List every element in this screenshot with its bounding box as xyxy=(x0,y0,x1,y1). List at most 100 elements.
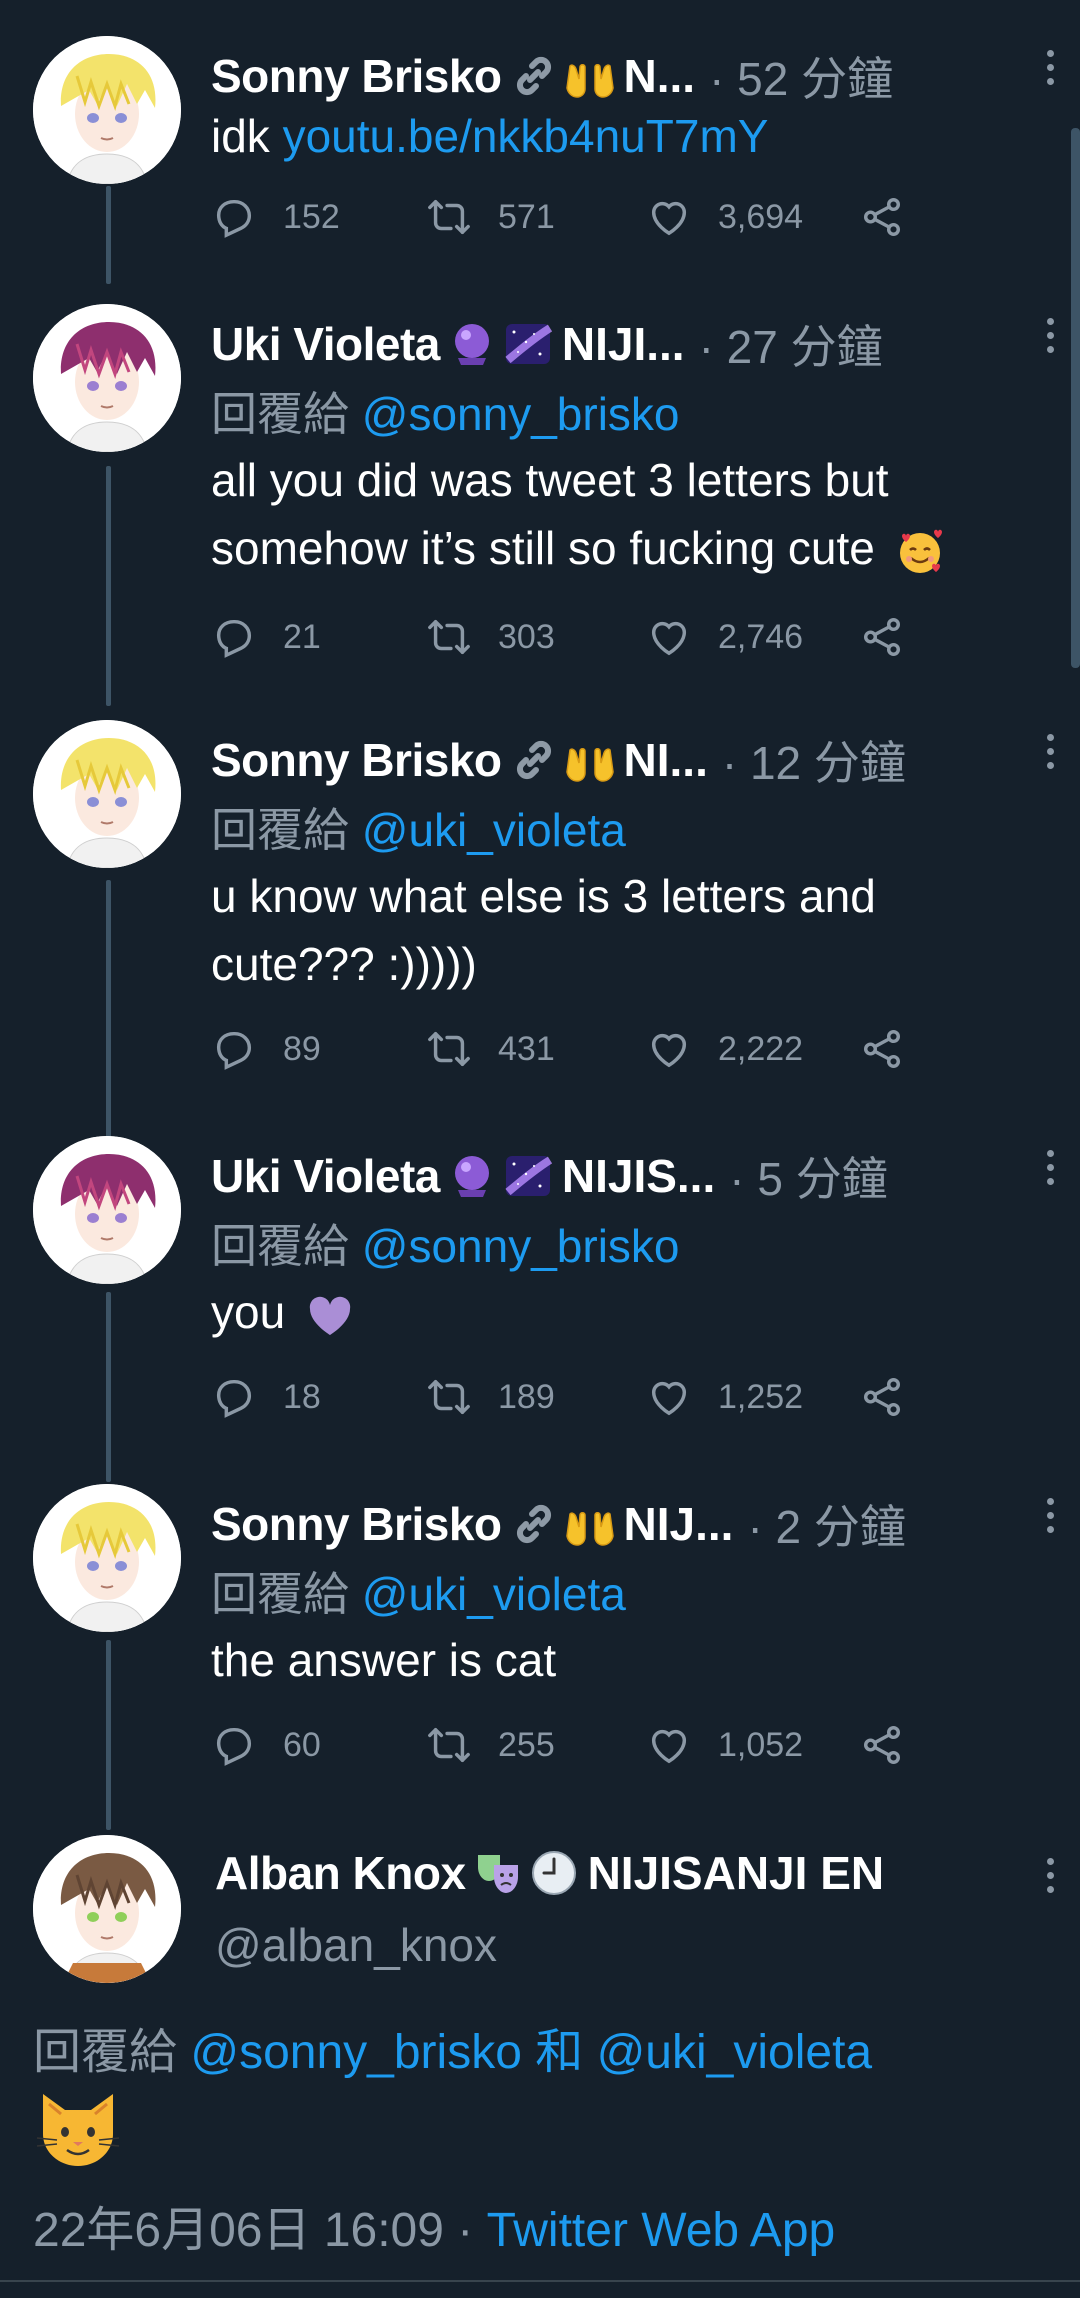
share-button[interactable] xyxy=(859,612,931,662)
smiling-face-with-hearts-emoji-icon xyxy=(896,528,944,576)
replying-to: 回覆給 @sonny_brisko 和 @uki_violeta xyxy=(33,2012,872,2082)
tweet-timestamp[interactable]: 22年6月06日 16:09 xyxy=(33,2204,444,2257)
tweet-actions: 21 303 2,746 xyxy=(211,612,931,662)
avatar[interactable] xyxy=(33,720,181,868)
reply-count: 152 xyxy=(283,197,340,236)
tweet-header: Uki Violeta NIJI... · 27 分鐘 xyxy=(211,314,1011,374)
tweet-text-plain: all you did was tweet 3 letters but some… xyxy=(211,454,889,574)
retweet-button[interactable]: 303 xyxy=(426,612,555,662)
avatar[interactable] xyxy=(33,36,181,184)
like-button[interactable]: 2,222 xyxy=(646,1024,803,1074)
like-count: 2,222 xyxy=(718,1029,804,1068)
reply-count: 60 xyxy=(283,1725,321,1764)
tweet-actions: 152 571 3,694 xyxy=(211,192,931,242)
like-count: 2,746 xyxy=(718,617,804,656)
tweet-client-link[interactable]: Twitter Web App xyxy=(487,2204,836,2257)
mention-link[interactable]: @sonny_brisko xyxy=(190,2026,522,2079)
mention-link[interactable]: @uki_violeta xyxy=(597,2026,873,2079)
tweet-text: idk youtu.be/nkkb4nuT7mY xyxy=(211,102,1061,170)
share-button[interactable] xyxy=(859,192,931,242)
like-button[interactable]: 2,746 xyxy=(646,612,803,662)
scrollbar[interactable] xyxy=(1071,128,1080,668)
more-options-icon[interactable] xyxy=(1042,1150,1058,1190)
mention-link[interactable]: @sonny_brisko xyxy=(362,388,680,440)
retweet-count: 303 xyxy=(498,617,555,656)
reply-button[interactable]: 152 xyxy=(211,192,340,242)
retweet-button[interactable]: 255 xyxy=(426,1720,555,1770)
reply-button[interactable]: 21 xyxy=(211,612,321,662)
tweet-time[interactable]: · 27 分鐘 xyxy=(699,314,883,374)
retweet-button[interactable]: 189 xyxy=(426,1372,555,1422)
display-name[interactable]: Sonny Brisko xyxy=(211,733,502,787)
replying-to-label: 回覆給 xyxy=(211,1568,362,1620)
avatar[interactable] xyxy=(33,304,181,452)
like-button[interactable]: 1,252 xyxy=(646,1372,803,1422)
like-button[interactable]: 3,694 xyxy=(646,192,803,242)
display-name[interactable]: Alban Knox xyxy=(215,1846,466,1900)
mention-link[interactable]: @uki_violeta xyxy=(362,1568,626,1620)
display-name[interactable]: Sonny Brisko xyxy=(211,1497,502,1551)
like-count: 1,052 xyxy=(718,1725,804,1764)
tweet-text: all you did was tweet 3 letters but some… xyxy=(211,446,1061,582)
replying-to-label: 回覆給 xyxy=(211,388,362,440)
link-emoji-icon xyxy=(510,1500,558,1548)
replying-to-label: 回覆給 xyxy=(211,804,362,856)
share-button[interactable] xyxy=(859,1372,931,1422)
reply-button[interactable]: 89 xyxy=(211,1024,321,1074)
tweet-actions: 89 431 2,222 xyxy=(211,1024,931,1074)
retweet-button[interactable]: 431 xyxy=(426,1024,555,1074)
user-handle[interactable]: @alban_knox xyxy=(215,1918,497,1972)
tweet-time[interactable]: · 12 分鐘 xyxy=(722,730,906,790)
tweet-actions: 60 255 1,052 xyxy=(211,1720,931,1770)
tweet-actions: 18 189 1,252 xyxy=(211,1372,931,1422)
main-avatar[interactable] xyxy=(33,1835,181,1983)
tweet-text: the answer is cat xyxy=(211,1634,557,1686)
thread-line xyxy=(106,1292,111,1482)
tweet-header: Sonny Brisko NI... · 12 分鐘 xyxy=(211,730,1011,790)
like-count: 3,694 xyxy=(718,197,804,236)
reply-button[interactable]: 18 xyxy=(211,1372,321,1422)
tweet-header: Sonny Brisko N... · 52 分鐘 xyxy=(211,46,1011,106)
more-options-icon[interactable] xyxy=(1042,734,1058,774)
reply-count: 89 xyxy=(283,1029,321,1068)
mention-link[interactable]: @sonny_brisko xyxy=(362,1220,680,1272)
display-name[interactable]: Uki Violeta xyxy=(211,317,440,371)
tweet-time[interactable]: · 52 分鐘 xyxy=(709,46,893,106)
retweet-count: 189 xyxy=(498,1377,555,1416)
reply-count: 18 xyxy=(283,1377,321,1416)
crystal-ball-emoji-icon xyxy=(448,1152,496,1200)
reply-count: 21 xyxy=(283,617,321,656)
tweet-meta: 22年6月06日 16:09 · Twitter Web App xyxy=(33,2190,835,2260)
retweet-count: 431 xyxy=(498,1029,555,1068)
more-options-icon[interactable] xyxy=(1042,1858,1058,1898)
avatar[interactable] xyxy=(33,1136,181,1284)
share-button[interactable] xyxy=(859,1024,931,1074)
avatar[interactable] xyxy=(33,1484,181,1632)
tweet-time[interactable]: · 2 分鐘 xyxy=(747,1494,905,1554)
performing-arts-emoji-icon xyxy=(474,1849,522,1897)
retweet-button[interactable]: 571 xyxy=(426,192,555,242)
cat-face-emoji-icon xyxy=(33,2082,123,2172)
replying-to: 回覆給 @uki_violeta xyxy=(211,794,626,860)
retweet-count: 571 xyxy=(498,197,555,236)
tweet-text: you xyxy=(211,1278,1061,1346)
meta-separator: · xyxy=(443,2204,487,2257)
mention-link[interactable]: @uki_violeta xyxy=(362,804,626,856)
tweet-time[interactable]: · 5 分鐘 xyxy=(729,1146,887,1206)
thread-line xyxy=(106,1640,111,1830)
like-count: 1,252 xyxy=(718,1377,804,1416)
thread-line xyxy=(106,186,111,284)
display-name-suffix: NIJ... xyxy=(623,1498,734,1550)
replying-to: 回覆給 @uki_violeta xyxy=(211,1558,626,1624)
display-name[interactable]: Uki Violeta xyxy=(211,1149,440,1203)
display-name[interactable]: Sonny Brisko xyxy=(211,49,502,103)
reply-button[interactable]: 60 xyxy=(211,1720,321,1770)
more-options-icon[interactable] xyxy=(1042,50,1058,90)
share-button[interactable] xyxy=(859,1720,931,1770)
milky-way-emoji-icon xyxy=(504,1152,552,1200)
crystal-ball-emoji-icon xyxy=(448,320,496,368)
more-options-icon[interactable] xyxy=(1042,1498,1058,1538)
like-button[interactable]: 1,052 xyxy=(646,1720,803,1770)
tweet-link[interactable]: youtu.be/nkkb4nuT7mY xyxy=(283,110,769,162)
more-options-icon[interactable] xyxy=(1042,318,1058,358)
